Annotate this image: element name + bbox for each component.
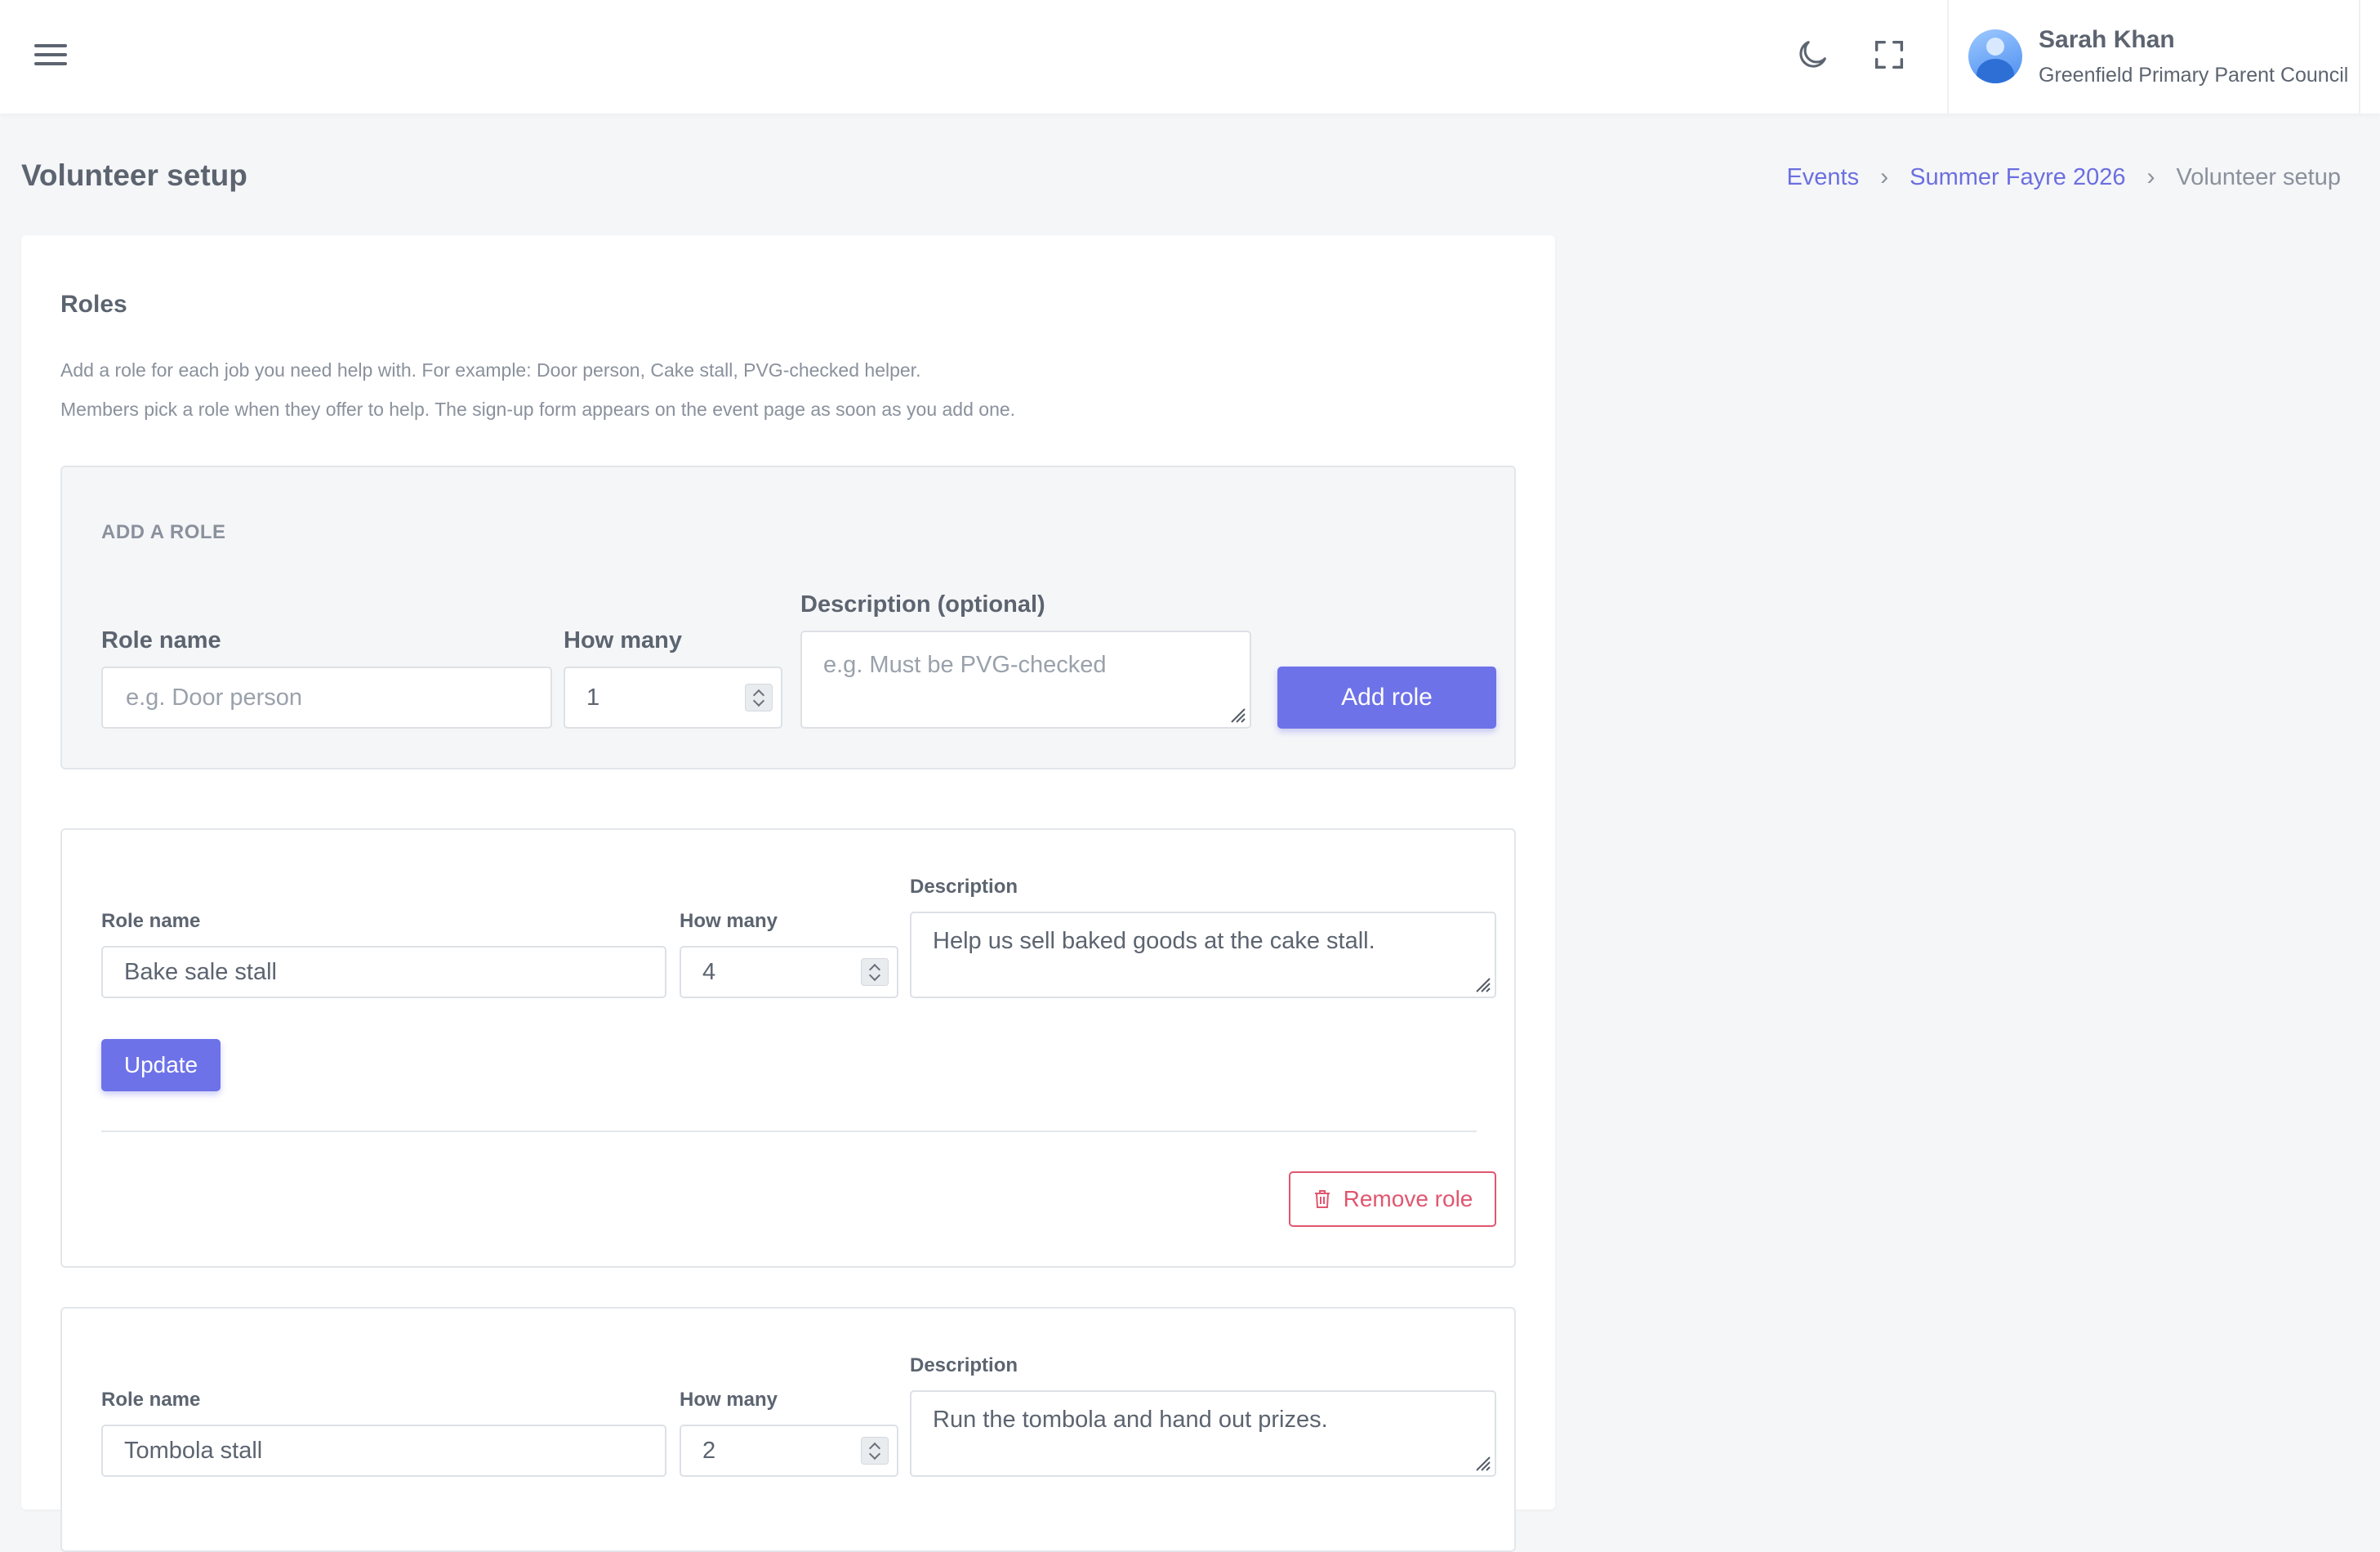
quantity-stepper[interactable] bbox=[745, 684, 773, 711]
moon-icon[interactable] bbox=[1794, 36, 1831, 74]
role-name-input[interactable] bbox=[101, 1425, 666, 1477]
role-description-input[interactable]: Help us sell baked goods at the cake sta… bbox=[910, 912, 1496, 998]
roles-card: Roles Add a role for each job you need h… bbox=[21, 235, 1555, 1552]
user-profile-menu[interactable]: Sarah Khan Greenfield Primary Parent Cou… bbox=[1947, 0, 2360, 114]
resize-grip-icon[interactable] bbox=[1473, 1454, 1491, 1472]
breadcrumb-events-link[interactable]: Events bbox=[1786, 164, 1859, 191]
new-role-description-input[interactable] bbox=[800, 631, 1251, 729]
divider bbox=[101, 1131, 1477, 1132]
hamburger-menu-icon[interactable] bbox=[34, 42, 67, 67]
add-role-heading: ADD A ROLE bbox=[101, 521, 226, 543]
roles-help-text: Members pick a role when they offer to h… bbox=[60, 399, 1016, 420]
top-bar: Sarah Khan Greenfield Primary Parent Cou… bbox=[0, 0, 2380, 114]
breadcrumb-current: Volunteer setup bbox=[2176, 163, 2341, 190]
add-role-button[interactable]: Add role bbox=[1277, 667, 1496, 729]
new-role-name-input[interactable] bbox=[101, 667, 552, 729]
breadcrumb: Events › Summer Fayre 2026 › Volunteer s… bbox=[1786, 163, 2341, 191]
update-role-button[interactable]: Update bbox=[101, 1039, 221, 1091]
breadcrumb-event-link[interactable]: Summer Fayre 2026 bbox=[1910, 164, 2125, 191]
description-label: Description (optional) bbox=[800, 591, 1045, 618]
role-card: Role name How many Description Run the t… bbox=[60, 1307, 1516, 1552]
role-name-input[interactable] bbox=[101, 946, 666, 998]
roles-help-text: Add a role for each job you need help wi… bbox=[60, 359, 921, 381]
role-description-input[interactable]: Run the tombola and hand out prizes. bbox=[910, 1390, 1496, 1477]
add-role-panel: ADD A ROLE Role name How many Descriptio… bbox=[60, 466, 1516, 769]
description-label: Description bbox=[910, 876, 1018, 898]
how-many-label: How many bbox=[680, 1389, 778, 1411]
remove-role-button[interactable]: Remove role bbox=[1289, 1171, 1496, 1227]
role-card: Role name How many Description Help us s… bbox=[60, 828, 1516, 1268]
resize-grip-icon[interactable] bbox=[1228, 706, 1246, 724]
roles-title: Roles bbox=[60, 291, 127, 318]
chevron-right-icon: › bbox=[2146, 163, 2155, 190]
fullscreen-icon[interactable] bbox=[1870, 36, 1908, 74]
remove-role-label: Remove role bbox=[1343, 1186, 1473, 1211]
chevron-right-icon: › bbox=[1880, 163, 1889, 190]
user-name: Sarah Khan bbox=[2039, 26, 2175, 53]
quantity-stepper[interactable] bbox=[861, 958, 889, 986]
how-many-label: How many bbox=[564, 627, 683, 653]
trash-icon bbox=[1314, 1190, 1330, 1208]
avatar bbox=[1968, 29, 2022, 83]
role-name-label: Role name bbox=[101, 627, 221, 653]
page-title: Volunteer setup bbox=[21, 158, 247, 192]
description-label: Description bbox=[910, 1354, 1018, 1376]
role-name-label: Role name bbox=[101, 1389, 201, 1411]
quantity-stepper[interactable] bbox=[861, 1437, 889, 1465]
resize-grip-icon[interactable] bbox=[1473, 975, 1491, 993]
how-many-label: How many bbox=[680, 910, 778, 932]
role-name-label: Role name bbox=[101, 910, 201, 932]
user-organisation: Greenfield Primary Parent Council bbox=[2039, 64, 2349, 87]
